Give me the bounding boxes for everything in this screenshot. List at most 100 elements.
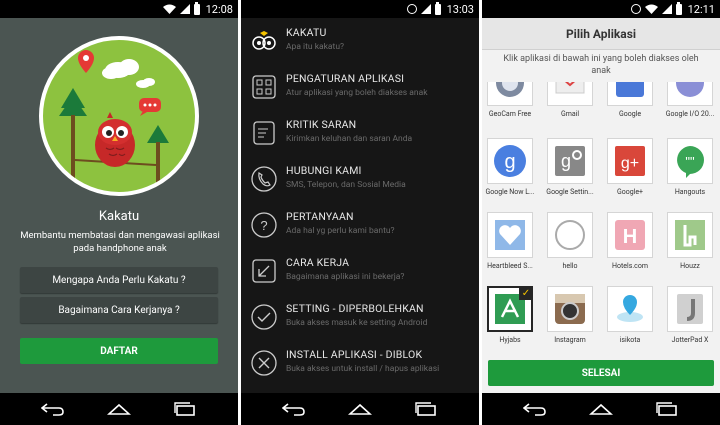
menu-item-install-blocked[interactable]: INSTALL APLIKASI - DIBLOK Buka akses untu… xyxy=(241,340,479,386)
menu-subtitle: Atur aplikasi yang boleh diakses anak xyxy=(286,88,428,98)
app-item-heartbleed[interactable]: Heartbleed S... xyxy=(482,212,538,270)
app-item-google-io[interactable]: Google I/O 20... xyxy=(662,82,718,118)
register-button[interactable]: DAFTAR xyxy=(20,338,218,364)
app-label: Google xyxy=(618,110,642,118)
battery-icon xyxy=(675,1,682,15)
grid-icon xyxy=(250,73,278,101)
app-item-google-now[interactable]: g Google Now L... xyxy=(482,138,538,196)
screen-welcome: 12:08 Kakatu Membantu membatasi dan meng… xyxy=(0,0,238,425)
menu-subtitle: SMS, Telepon, dan Sosial Media xyxy=(286,180,406,190)
menu-subtitle: Kirimkan keluhan dan saran Anda xyxy=(286,134,413,144)
svg-text:g+: g+ xyxy=(621,155,639,172)
menu-subtitle: Apa itu kakatu? xyxy=(286,42,345,52)
back-icon[interactable] xyxy=(40,401,66,417)
menu-title: HUBUNGI KAMI xyxy=(286,164,362,177)
document-icon xyxy=(250,119,278,147)
app-item-hotels[interactable]: H Hotels.com xyxy=(602,212,658,270)
app-item-geocam[interactable]: GeoCam Free xyxy=(482,82,538,118)
status-time: 12:08 xyxy=(205,2,233,16)
menu-title: INSTALL APLIKASI - DIBLOK xyxy=(286,348,423,361)
app-item-hyjabs[interactable]: ✓ Hyjabs xyxy=(482,286,538,344)
how-it-works-button[interactable]: Bagaimana Cara Kerjanya ? xyxy=(20,297,218,323)
menu-title: PERTANYAAN xyxy=(286,210,354,223)
status-time: 13:03 xyxy=(446,2,474,16)
menu-item-kakatu[interactable]: KAKATU Apa itu kakatu? xyxy=(241,18,479,64)
gmail-icon xyxy=(547,82,593,106)
battery-icon xyxy=(434,1,441,15)
app-label: Hyjabs xyxy=(499,336,521,344)
back-icon[interactable] xyxy=(522,401,548,417)
svg-text:?: ? xyxy=(260,218,267,233)
selected-check-icon: ✓ xyxy=(519,286,533,300)
houzz-icon xyxy=(667,212,713,258)
app-item-gmail[interactable]: Gmail xyxy=(542,82,598,118)
app-label: Instagram xyxy=(554,336,586,344)
app-item-google-settings[interactable]: g Google Settin... xyxy=(542,138,598,196)
navigation-bar xyxy=(482,393,720,425)
menu-item-app-settings[interactable]: PENGATURAN APLIKASI Atur aplikasi yang bo… xyxy=(241,64,479,110)
hangouts-icon: "" xyxy=(667,138,713,184)
menu-subtitle: Ada hal yg perlu kami bantu? xyxy=(286,226,395,236)
menu-item-setting-allowed[interactable]: SETTING - DIPERBOLEHKAN Buka akses masuk … xyxy=(241,294,479,340)
menu-subtitle: Buka akses masuk ke setting Android xyxy=(286,318,428,328)
owl-logo-icon xyxy=(250,27,278,55)
hotels-icon: H xyxy=(607,212,653,258)
menu-title: PENGATURAN APLIKASI xyxy=(286,72,405,85)
signal-icon xyxy=(661,4,672,14)
svg-text:g: g xyxy=(561,151,571,171)
svg-text:H: H xyxy=(623,226,637,248)
app-item-instagram[interactable]: Instagram xyxy=(542,286,598,344)
why-kakatu-button[interactable]: Mengapa Anda Perlu Kakatu ? xyxy=(20,267,218,293)
recent-apps-icon[interactable] xyxy=(172,401,198,417)
app-item-jotterpad[interactable]: JotterPad X xyxy=(662,286,718,344)
jotterpad-icon xyxy=(667,286,713,332)
instagram-icon xyxy=(547,286,593,332)
app-label: Heartbleed S... xyxy=(487,262,533,270)
wifi-icon xyxy=(644,4,658,14)
signal-icon xyxy=(420,4,431,14)
recent-apps-icon[interactable] xyxy=(654,401,680,417)
back-icon[interactable] xyxy=(281,401,307,417)
signal-icon xyxy=(179,4,190,14)
app-item-hello[interactable]: hello xyxy=(542,212,598,270)
app-item-isikota[interactable]: isikota xyxy=(602,286,658,344)
menu-title: CARA KERJA xyxy=(286,256,350,269)
home-icon[interactable] xyxy=(588,401,614,417)
status-bar: 12:08 xyxy=(0,0,238,18)
app-label: Gmail xyxy=(560,110,580,118)
app-label: JotterPad X xyxy=(671,336,709,344)
menu-item-faq[interactable]: ? PERTANYAAN Ada hal yg perlu kami bantu? xyxy=(241,202,479,248)
app-label: Google Now L... xyxy=(485,188,535,196)
app-label: Google+ xyxy=(616,188,644,196)
menu-item-contact[interactable]: HUBUNGI KAMI SMS, Telepon, dan Sosial Med… xyxy=(241,156,479,202)
done-button[interactable]: SELESAI xyxy=(488,360,714,386)
app-label: GeoCam Free xyxy=(488,110,532,118)
app-item-google[interactable]: Google xyxy=(602,82,658,118)
menu-item-how-it-works[interactable]: CARA KERJA Bagaimana aplikasi ini bekerja… xyxy=(241,248,479,294)
check-circle-icon xyxy=(250,303,278,331)
menu-item-feedback[interactable]: KRITIK SARAN Kirimkan keluhan dan saran A… xyxy=(241,110,479,156)
app-label: Hotels.com xyxy=(612,262,648,270)
isikota-icon xyxy=(607,286,653,332)
recent-apps-icon[interactable] xyxy=(413,401,439,417)
app-title: Kakatu xyxy=(98,209,140,224)
app-label: Google I/O 20... xyxy=(665,110,715,118)
app-item-google-plus[interactable]: g+ Google+ xyxy=(602,138,658,196)
heartbleed-icon xyxy=(487,212,533,258)
battery-icon xyxy=(193,1,200,15)
app-description: Membantu membatasi dan mengawasi aplikas… xyxy=(20,230,220,254)
navigation-bar xyxy=(0,393,238,425)
status-bar: 13:03 xyxy=(241,0,479,18)
app-label: hello xyxy=(562,262,578,270)
app-item-houzz[interactable]: Houzz xyxy=(662,212,718,270)
app-item-hangouts[interactable]: "" Hangouts xyxy=(662,138,718,196)
geocam-icon xyxy=(487,82,533,106)
app-label: Houzz xyxy=(680,262,700,270)
home-icon[interactable] xyxy=(106,401,132,417)
app-grid[interactable]: GeoCam Free Gmail Google Google I/O 20..… xyxy=(482,82,720,354)
home-icon[interactable] xyxy=(347,401,373,417)
app-label: isikota xyxy=(619,336,641,344)
svg-text:g: g xyxy=(504,151,515,173)
screen-menu: 13:03 KAKATU Apa itu kakatu? PENGATURAN A… xyxy=(241,0,479,425)
navigation-bar xyxy=(241,393,479,425)
